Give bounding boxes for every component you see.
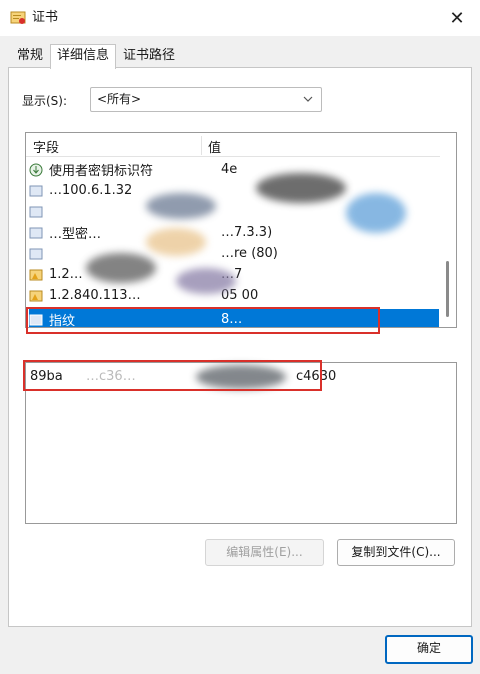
show-dropdown[interactable]: <所有> <box>90 87 322 112</box>
chevron-down-icon <box>303 88 317 120</box>
show-label: 显示(S): <box>22 94 68 108</box>
column-divider <box>201 136 202 155</box>
tab-general[interactable]: 常规 <box>10 44 50 68</box>
edit-properties-button[interactable]: 编辑属性(E)... <box>205 539 324 566</box>
window-title: 证书 <box>32 10 59 25</box>
column-header-value[interactable]: 值 <box>208 137 221 156</box>
list-item[interactable]: 使用者密钥标识符 4e <box>29 159 439 180</box>
list-scrollbar[interactable] <box>440 133 456 327</box>
field-name: 使用者密钥标识符 <box>49 164 154 179</box>
tab-details[interactable]: 详细信息 <box>50 44 117 69</box>
redaction-smudge <box>346 193 406 233</box>
certificate-icon <box>10 11 26 24</box>
redaction-smudge <box>256 173 346 203</box>
cert-warning-icon <box>29 269 43 280</box>
column-header-field[interactable]: 字段 <box>33 137 59 156</box>
ok-button[interactable]: 确定 <box>385 635 473 664</box>
field-value: …7.3.3) <box>221 225 273 240</box>
scrollbar-thumb[interactable] <box>446 261 449 317</box>
key-icon <box>29 163 43 176</box>
cert-icon <box>29 248 43 259</box>
tab-certification-path[interactable]: 证书路径 <box>116 44 182 68</box>
cert-icon <box>29 185 43 196</box>
field-value: …7 <box>221 267 433 282</box>
close-button[interactable]: ✕ <box>434 0 480 36</box>
field-name: 1.2.840.113… <box>49 288 141 303</box>
field-value: …re (80) <box>221 246 278 261</box>
cert-icon <box>29 227 43 238</box>
title-bar: 证书 ✕ <box>0 0 480 36</box>
close-icon: ✕ <box>449 7 465 29</box>
tab-strip: 常规 详细信息 证书路径 <box>10 44 182 69</box>
list-item[interactable]: 1.2.840.113… 05 00 <box>29 285 439 306</box>
redaction-smudge <box>146 228 206 256</box>
list-header: 字段 值 <box>26 133 442 157</box>
redaction-smudge <box>146 193 216 219</box>
redaction-smudge <box>86 253 156 283</box>
show-dropdown-value: <所有> <box>97 92 142 106</box>
copy-to-file-button[interactable]: 复制到文件(C)... <box>337 539 455 566</box>
cert-warning-icon <box>29 290 43 301</box>
highlight-box-value <box>23 360 322 391</box>
cert-icon <box>29 206 43 217</box>
field-value: 05 00 <box>221 288 259 303</box>
field-value: 4e <box>221 162 238 177</box>
fields-list[interactable]: 字段 值 使用者密钥标识符 4e …100.6.1.32 …型密… …7.3.3… <box>25 132 457 328</box>
highlight-box-thumbprint <box>26 307 380 334</box>
redaction-smudge <box>176 268 236 294</box>
